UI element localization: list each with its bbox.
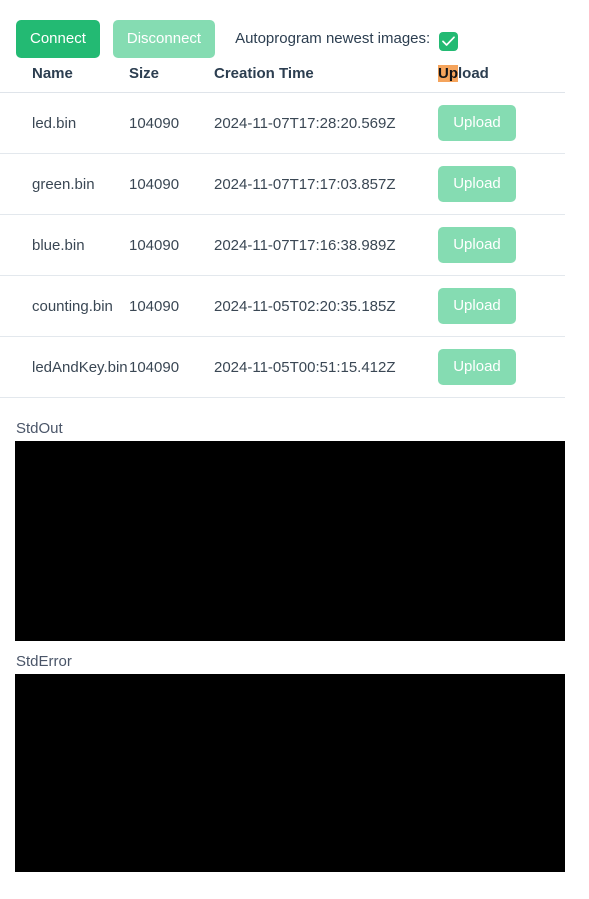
cell-name: blue.bin <box>0 214 129 276</box>
disconnect-button[interactable]: Disconnect <box>112 19 216 58</box>
stderror-section: StdError <box>0 641 589 872</box>
stdout-section: StdOut <box>0 408 589 641</box>
cell-size: 104090 <box>129 153 214 215</box>
cell-upload: Upload <box>438 275 565 337</box>
cell-creation-time: 2024-11-07T17:17:03.857Z <box>214 153 438 215</box>
cell-size: 104090 <box>129 214 214 276</box>
images-table: Name Size Creation Time Upload led.bin 1… <box>0 57 565 398</box>
upload-header-highlight: Up <box>438 65 458 82</box>
connect-button[interactable]: Connect <box>16 19 100 58</box>
table-row: led.bin 104090 2024-11-07T17:28:20.569Z … <box>0 92 565 154</box>
upload-button[interactable]: Upload <box>438 166 516 202</box>
check-icon <box>442 36 456 46</box>
cell-size: 104090 <box>129 275 214 337</box>
cell-upload: Upload <box>438 336 565 398</box>
cell-name: led.bin <box>0 92 129 154</box>
cell-name: counting.bin <box>0 275 129 337</box>
upload-header-rest: load <box>458 65 489 82</box>
cell-size: 104090 <box>129 92 214 154</box>
cell-name: ledAndKey.bin <box>0 336 129 398</box>
column-header-name[interactable]: Name <box>0 57 129 93</box>
table-row: green.bin 104090 2024-11-07T17:17:03.857… <box>0 153 565 215</box>
column-header-creation-time[interactable]: Creation Time <box>214 57 438 93</box>
stdout-label: StdOut <box>16 420 63 437</box>
cell-creation-time: 2024-11-07T17:28:20.569Z <box>214 92 438 154</box>
upload-button[interactable]: Upload <box>438 105 516 141</box>
stderror-output[interactable] <box>15 674 565 872</box>
cell-size: 104090 <box>129 336 214 398</box>
stdout-output[interactable] <box>15 441 565 641</box>
column-header-size[interactable]: Size <box>129 57 214 93</box>
cell-name: green.bin <box>0 153 129 215</box>
upload-button[interactable]: Upload <box>438 349 516 385</box>
stderror-label: StdError <box>16 653 72 670</box>
toolbar: Connect Disconnect Autoprogram newest im… <box>0 0 589 58</box>
upload-button[interactable]: Upload <box>438 227 516 263</box>
cell-creation-time: 2024-11-05T00:51:15.412Z <box>214 336 438 398</box>
table-header-row: Name Size Creation Time Upload <box>0 57 565 93</box>
cell-upload: Upload <box>438 214 565 276</box>
table-header: Name Size Creation Time Upload <box>0 57 565 93</box>
autoprogram-checkbox[interactable] <box>439 32 459 51</box>
column-header-upload[interactable]: Upload <box>438 57 565 93</box>
cell-creation-time: 2024-11-05T02:20:35.185Z <box>214 275 438 337</box>
cell-upload: Upload <box>438 92 565 154</box>
cell-upload: Upload <box>438 153 565 215</box>
table-row: ledAndKey.bin 104090 2024-11-05T00:51:15… <box>0 336 565 398</box>
upload-button[interactable]: Upload <box>438 288 516 324</box>
table-row: blue.bin 104090 2024-11-07T17:16:38.989Z… <box>0 214 565 276</box>
autoprogram-label: Autoprogram newest images: <box>235 30 431 47</box>
table-row: counting.bin 104090 2024-11-05T02:20:35.… <box>0 275 565 337</box>
cell-creation-time: 2024-11-07T17:16:38.989Z <box>214 214 438 276</box>
table-body: led.bin 104090 2024-11-07T17:28:20.569Z … <box>0 92 565 398</box>
